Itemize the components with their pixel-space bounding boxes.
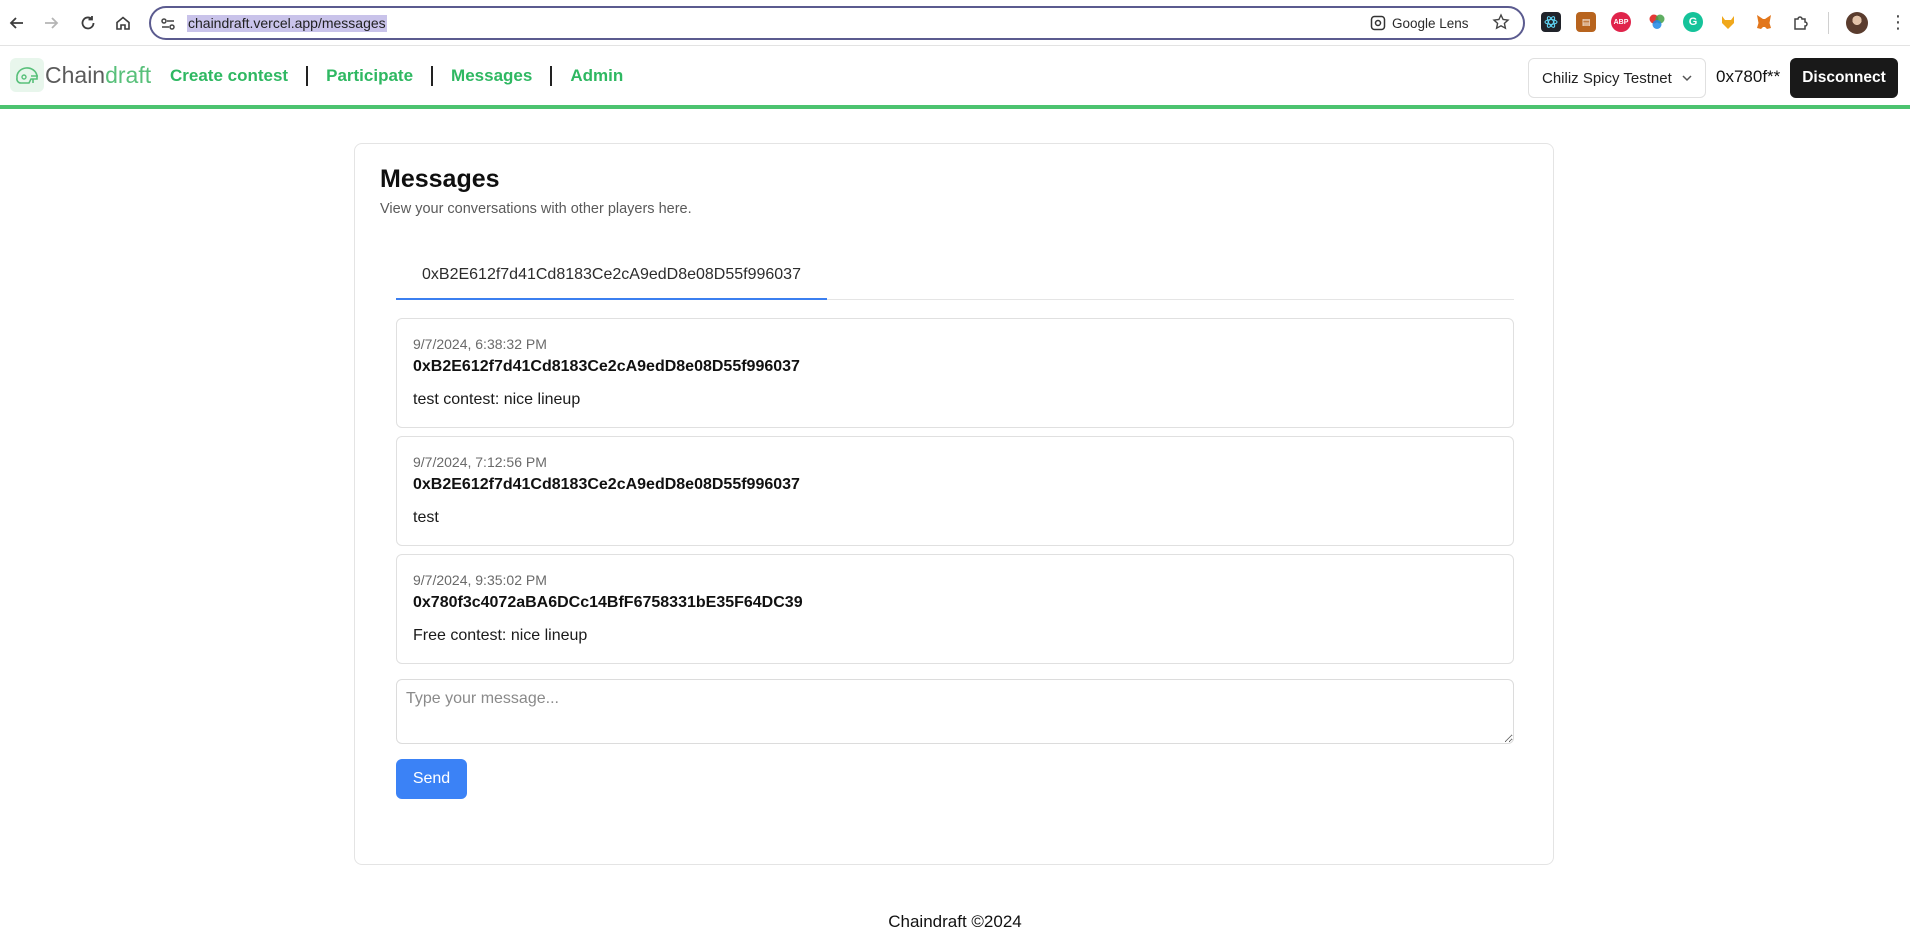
- page-subtitle: View your conversations with other playe…: [380, 201, 692, 217]
- browser-toolbar: chaindraft.vercel.app/messages Google Le…: [0, 0, 1910, 46]
- profile-avatar[interactable]: [1846, 12, 1868, 34]
- message-item: 9/7/2024, 9:35:02 PM 0x780f3c4072aBA6DCc…: [396, 554, 1514, 664]
- url-text[interactable]: chaindraft.vercel.app/messages: [187, 15, 387, 32]
- network-label: Chiliz Spicy Testnet: [1542, 69, 1672, 87]
- brand-name: Chaindraft: [45, 61, 152, 88]
- fox-head-icon[interactable]: [1718, 12, 1738, 32]
- nav-messages[interactable]: Messages: [451, 66, 532, 86]
- color-picker-icon[interactable]: [1647, 12, 1667, 32]
- toolbar-divider: [1828, 12, 1829, 34]
- metamask-icon[interactable]: [1754, 12, 1774, 32]
- message-sender: 0xB2E612f7d41Cd8183Ce2cA9edD8e08D55f9960…: [413, 358, 800, 375]
- nav-admin[interactable]: Admin: [570, 66, 623, 86]
- helmet-logo-icon: [10, 58, 44, 92]
- app-header: Chaindraft Create contest Participate Me…: [0, 47, 1910, 109]
- nav-separator: [431, 66, 434, 86]
- nav-participate[interactable]: Participate: [326, 66, 413, 86]
- message-sender: 0xB2E612f7d41Cd8183Ce2cA9edD8e08D55f9960…: [413, 476, 800, 493]
- nav-separator: [550, 66, 553, 86]
- message-sender: 0x780f3c4072aBA6DCc14BfF6758331bE35F64DC…: [413, 594, 803, 611]
- send-button[interactable]: Send: [396, 759, 467, 799]
- message-text: Free contest: nice lineup: [413, 627, 588, 644]
- brand-logo-link[interactable]: Chaindraft: [10, 58, 151, 92]
- grammarly-icon[interactable]: G: [1683, 12, 1703, 32]
- message-timestamp: 9/7/2024, 7:12:56 PM: [413, 454, 547, 470]
- browser-menu-icon[interactable]: ⋮: [1889, 12, 1907, 32]
- bookmark-star-icon[interactable]: [1492, 13, 1510, 36]
- page-footer: Chaindraft ©2024: [888, 912, 1022, 931]
- site-info-icon[interactable]: [159, 15, 177, 33]
- message-timestamp: 9/7/2024, 9:35:02 PM: [413, 572, 547, 588]
- reload-icon[interactable]: [76, 11, 100, 35]
- nav-separator: [306, 66, 309, 86]
- page-title: Messages: [380, 165, 500, 193]
- network-select[interactable]: Chiliz Spicy Testnet: [1528, 58, 1706, 98]
- forward-icon[interactable]: [39, 11, 63, 35]
- disconnect-button[interactable]: Disconnect: [1790, 58, 1898, 98]
- home-icon[interactable]: [111, 11, 135, 35]
- conversation-tabs: 0xB2E612f7d41Cd8183Ce2cA9edD8e08D55f9960…: [396, 252, 1514, 300]
- tab-conversation[interactable]: 0xB2E612f7d41Cd8183Ce2cA9edD8e08D55f9960…: [396, 252, 827, 300]
- wallet-address: 0x780f**: [1716, 67, 1781, 86]
- google-lens-button[interactable]: Google Lens: [1370, 15, 1469, 31]
- nav-create-contest[interactable]: Create contest: [170, 66, 288, 86]
- react-devtools-icon[interactable]: [1541, 12, 1561, 32]
- lens-label: Google Lens: [1392, 15, 1469, 31]
- chevron-down-icon: [1681, 71, 1693, 88]
- message-item: 9/7/2024, 7:12:56 PM 0xB2E612f7d41Cd8183…: [396, 436, 1514, 546]
- wallet-extension-icon[interactable]: ▤: [1576, 12, 1596, 32]
- message-text: test: [413, 509, 439, 526]
- extensions-puzzle-icon[interactable]: [1791, 12, 1811, 32]
- back-icon[interactable]: [5, 11, 29, 35]
- message-text: test contest: nice lineup: [413, 391, 581, 408]
- message-input[interactable]: [396, 679, 1514, 744]
- address-bar[interactable]: chaindraft.vercel.app/messages Google Le…: [149, 6, 1525, 40]
- message-timestamp: 9/7/2024, 6:38:32 PM: [413, 336, 547, 352]
- main-nav: Create contest Participate Messages Admi…: [170, 66, 623, 86]
- message-item: 9/7/2024, 6:38:32 PM 0xB2E612f7d41Cd8183…: [396, 318, 1514, 428]
- lens-icon: [1370, 15, 1386, 31]
- messages-card: Messages View your conversations with ot…: [354, 143, 1554, 865]
- adblock-icon[interactable]: ABP: [1611, 12, 1631, 32]
